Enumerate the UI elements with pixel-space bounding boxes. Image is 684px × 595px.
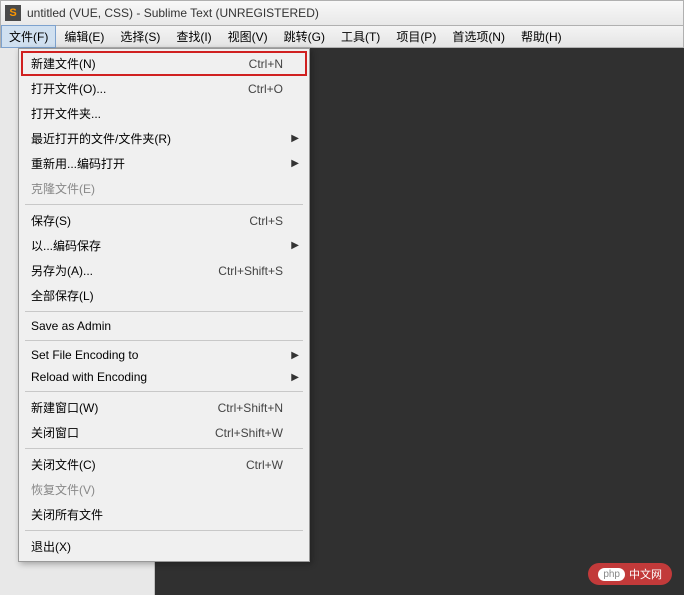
menu-entry-2[interactable]: 打开文件夹... [21,101,307,126]
menu-entry-shortcut: Ctrl+Shift+S [218,264,283,278]
menu-entry-label: Reload with Encoding [31,370,283,384]
app-icon: S [5,5,21,21]
menu-entry-label: 克隆文件(E) [31,180,283,197]
menu-entry-17[interactable]: 新建窗口(W) Ctrl+Shift+N [21,395,307,420]
menu-entry-5: 克隆文件(E) [21,176,307,201]
menu-entry-label: 关闭所有文件 [31,506,283,523]
menu-separator [25,448,303,449]
menu-entry-shortcut: Ctrl+W [246,458,283,472]
menu-entry-label: 保存(S) [31,212,229,229]
menu-entry-22[interactable]: 关闭所有文件 [21,502,307,527]
chevron-right-icon: ▶ [291,350,299,361]
menu-entry-label: 关闭文件(C) [31,456,226,473]
menu-separator [25,340,303,341]
menu-entry-3[interactable]: 最近打开的文件/文件夹(R) ▶ [21,126,307,151]
menu-entry-1[interactable]: 打开文件(O)... Ctrl+O [21,76,307,101]
menu-item-2[interactable]: 选择(S) [112,25,168,48]
menu-entry-shortcut: Ctrl+S [249,214,283,228]
chevron-right-icon: ▶ [291,372,299,383]
menu-separator [25,391,303,392]
menu-item-9[interactable]: 帮助(H) [513,25,570,48]
menu-item-3[interactable]: 查找(I) [168,25,219,48]
menu-item-6[interactable]: 工具(T) [333,25,388,48]
menu-entry-8[interactable]: 以...编码保存 ▶ [21,233,307,258]
menu-entry-label: 关闭窗口 [31,424,195,441]
menu-item-7[interactable]: 项目(P) [388,25,444,48]
menu-entry-14[interactable]: Set File Encoding to ▶ [21,344,307,366]
watermark: php 中文网 [588,563,672,585]
menu-entry-label: 另存为(A)... [31,262,198,279]
menu-entry-21: 恢复文件(V) [21,477,307,502]
menu-entry-label: 退出(X) [31,538,283,555]
chevron-right-icon: ▶ [291,133,299,144]
menu-item-1[interactable]: 编辑(E) [56,25,112,48]
menu-entry-10[interactable]: 全部保存(L) [21,283,307,308]
menu-entry-label: Save as Admin [31,319,283,333]
menu-separator [25,204,303,205]
menu-entry-label: 新建文件(N) [31,55,229,72]
menu-entry-label: 新建窗口(W) [31,399,198,416]
menu-entry-label: Set File Encoding to [31,348,283,362]
menu-bar: 文件(F)编辑(E)选择(S)查找(I)视图(V)跳转(G)工具(T)项目(P)… [0,26,684,48]
window-title: untitled (VUE, CSS) - Sublime Text (UNRE… [27,6,319,20]
menu-entry-shortcut: Ctrl+O [248,82,283,96]
chevron-right-icon: ▶ [291,158,299,169]
menu-entry-shortcut: Ctrl+N [249,57,283,71]
menu-separator [25,530,303,531]
menu-entry-shortcut: Ctrl+Shift+W [215,426,283,440]
watermark-prefix: php [598,568,625,581]
menu-item-0[interactable]: 文件(F) [1,25,56,48]
menu-separator [25,311,303,312]
menu-entry-18[interactable]: 关闭窗口 Ctrl+Shift+W [21,420,307,445]
title-bar: S untitled (VUE, CSS) - Sublime Text (UN… [0,0,684,26]
menu-item-5[interactable]: 跳转(G) [276,25,333,48]
watermark-text: 中文网 [629,566,662,582]
menu-entry-label: 恢复文件(V) [31,481,283,498]
menu-entry-label: 打开文件夹... [31,105,283,122]
file-menu-dropdown: 新建文件(N) Ctrl+N 打开文件(O)... Ctrl+O 打开文件夹... 最近打… [18,48,310,562]
menu-entry-7[interactable]: 保存(S) Ctrl+S [21,208,307,233]
menu-entry-label: 重新用...编码打开 [31,155,283,172]
menu-entry-24[interactable]: 退出(X) [21,534,307,559]
chevron-right-icon: ▶ [291,240,299,251]
menu-entry-20[interactable]: 关闭文件(C) Ctrl+W [21,452,307,477]
menu-entry-0[interactable]: 新建文件(N) Ctrl+N [21,51,307,76]
menu-entry-9[interactable]: 另存为(A)... Ctrl+Shift+S [21,258,307,283]
menu-entry-shortcut: Ctrl+Shift+N [218,401,283,415]
menu-entry-12[interactable]: Save as Admin [21,315,307,337]
menu-item-8[interactable]: 首选项(N) [444,25,513,48]
menu-entry-label: 以...编码保存 [31,237,283,254]
menu-item-4[interactable]: 视图(V) [220,25,276,48]
menu-entry-15[interactable]: Reload with Encoding ▶ [21,366,307,388]
menu-entry-4[interactable]: 重新用...编码打开 ▶ [21,151,307,176]
menu-entry-label: 打开文件(O)... [31,80,228,97]
menu-entry-label: 全部保存(L) [31,287,283,304]
menu-entry-label: 最近打开的文件/文件夹(R) [31,130,283,147]
